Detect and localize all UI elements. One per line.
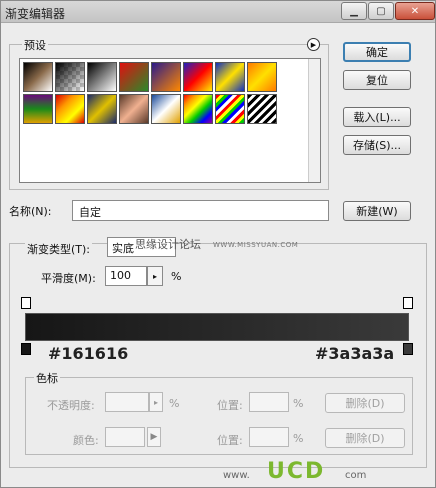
opacity-stop-right[interactable]	[403, 297, 413, 309]
opacity-stop-left[interactable]	[21, 297, 31, 309]
delete-color-stop-button[interactable]: 删除(D)	[325, 428, 405, 448]
window-title: 渐变编辑器	[5, 7, 66, 21]
preset-swatch[interactable]	[55, 62, 85, 92]
preset-swatch[interactable]	[151, 94, 181, 124]
preset-swatch[interactable]	[183, 94, 213, 124]
color-stop-left[interactable]	[21, 343, 31, 355]
preset-swatch[interactable]	[23, 62, 53, 92]
preset-swatch[interactable]	[55, 94, 85, 124]
opacity-unit: %	[169, 397, 180, 410]
preset-swatch[interactable]	[23, 94, 53, 124]
preset-swatch-area	[19, 58, 321, 183]
name-input[interactable]: 自定	[72, 200, 329, 221]
preset-swatch[interactable]	[183, 62, 213, 92]
opacity-position-input[interactable]	[249, 392, 289, 412]
save-button[interactable]: 存储(S)...	[343, 135, 411, 155]
preset-swatch[interactable]	[87, 62, 117, 92]
load-button[interactable]: 载入(L)...	[343, 107, 411, 127]
preset-swatch[interactable]	[215, 62, 245, 92]
title-bar: 渐变编辑器 ▁ ▢ ✕	[1, 1, 435, 23]
preset-swatch[interactable]	[119, 94, 149, 124]
preset-swatch[interactable]	[151, 62, 181, 92]
delete-opacity-stop-button[interactable]: 删除(D)	[325, 393, 405, 413]
smoothness-dropdown-arrow-icon[interactable]: ▸	[147, 266, 163, 286]
close-button[interactable]: ✕	[395, 2, 435, 20]
smoothness-input[interactable]: 100	[105, 266, 147, 286]
ucd-watermark-suffix: com	[345, 470, 367, 481]
maximize-button[interactable]: ▢	[368, 2, 394, 20]
minimize-button[interactable]: ▁	[341, 2, 367, 20]
opacity-position-label: 位置:	[217, 399, 243, 412]
new-button[interactable]: 新建(W)	[343, 201, 411, 221]
right-stop-hex-label: #3a3a3a	[315, 344, 395, 363]
preset-swatch[interactable]	[247, 94, 277, 124]
color-arrow-icon[interactable]: ▶	[147, 427, 161, 447]
gradient-preview-bar[interactable]	[25, 313, 409, 341]
color-position-label: 位置:	[217, 434, 243, 447]
opacity-label: 不透明度:	[47, 399, 95, 412]
forum-watermark: 思缘设计论坛	[135, 238, 201, 251]
color-swatch-input[interactable]	[105, 427, 145, 447]
opacity-input[interactable]	[105, 392, 149, 412]
opacity-position-unit: %	[293, 397, 304, 410]
preset-swatch[interactable]	[87, 94, 117, 124]
opacity-arrow-icon[interactable]: ▸	[149, 392, 163, 412]
color-label: 颜色:	[73, 434, 99, 447]
presets-scrollbar[interactable]	[308, 59, 320, 182]
ok-button[interactable]: 确定	[343, 42, 411, 62]
color-stop-right[interactable]	[403, 343, 413, 355]
color-position-input[interactable]	[249, 427, 289, 447]
preset-swatch[interactable]	[215, 94, 245, 124]
smoothness-unit: %	[171, 270, 182, 283]
color-position-unit: %	[293, 432, 304, 445]
stops-legend: 色标	[34, 370, 60, 386]
presets-menu-icon[interactable]: ▶	[307, 38, 320, 51]
preset-swatch[interactable]	[247, 62, 277, 92]
gradient-editor-window: 渐变编辑器 ▁ ▢ ✕ 预设 ▶ 确定 复位 载入(L)... 存储(S)...…	[0, 0, 436, 488]
preset-swatch[interactable]	[119, 62, 149, 92]
smoothness-label: 平滑度(M):	[41, 272, 96, 285]
forum-url-watermark: WWW.MISSYUAN.COM	[213, 241, 299, 249]
presets-legend: 预设	[22, 37, 48, 53]
name-label: 名称(N):	[9, 205, 52, 218]
reset-button[interactable]: 复位	[343, 70, 411, 90]
left-stop-hex-label: #161616	[48, 344, 129, 363]
gradient-type-label: 渐变类型(T):	[25, 241, 93, 257]
ucd-watermark-logo: UCD	[267, 459, 326, 484]
presets-group: 预设 ▶	[9, 37, 329, 190]
ucd-watermark-prefix: www.	[223, 470, 250, 481]
